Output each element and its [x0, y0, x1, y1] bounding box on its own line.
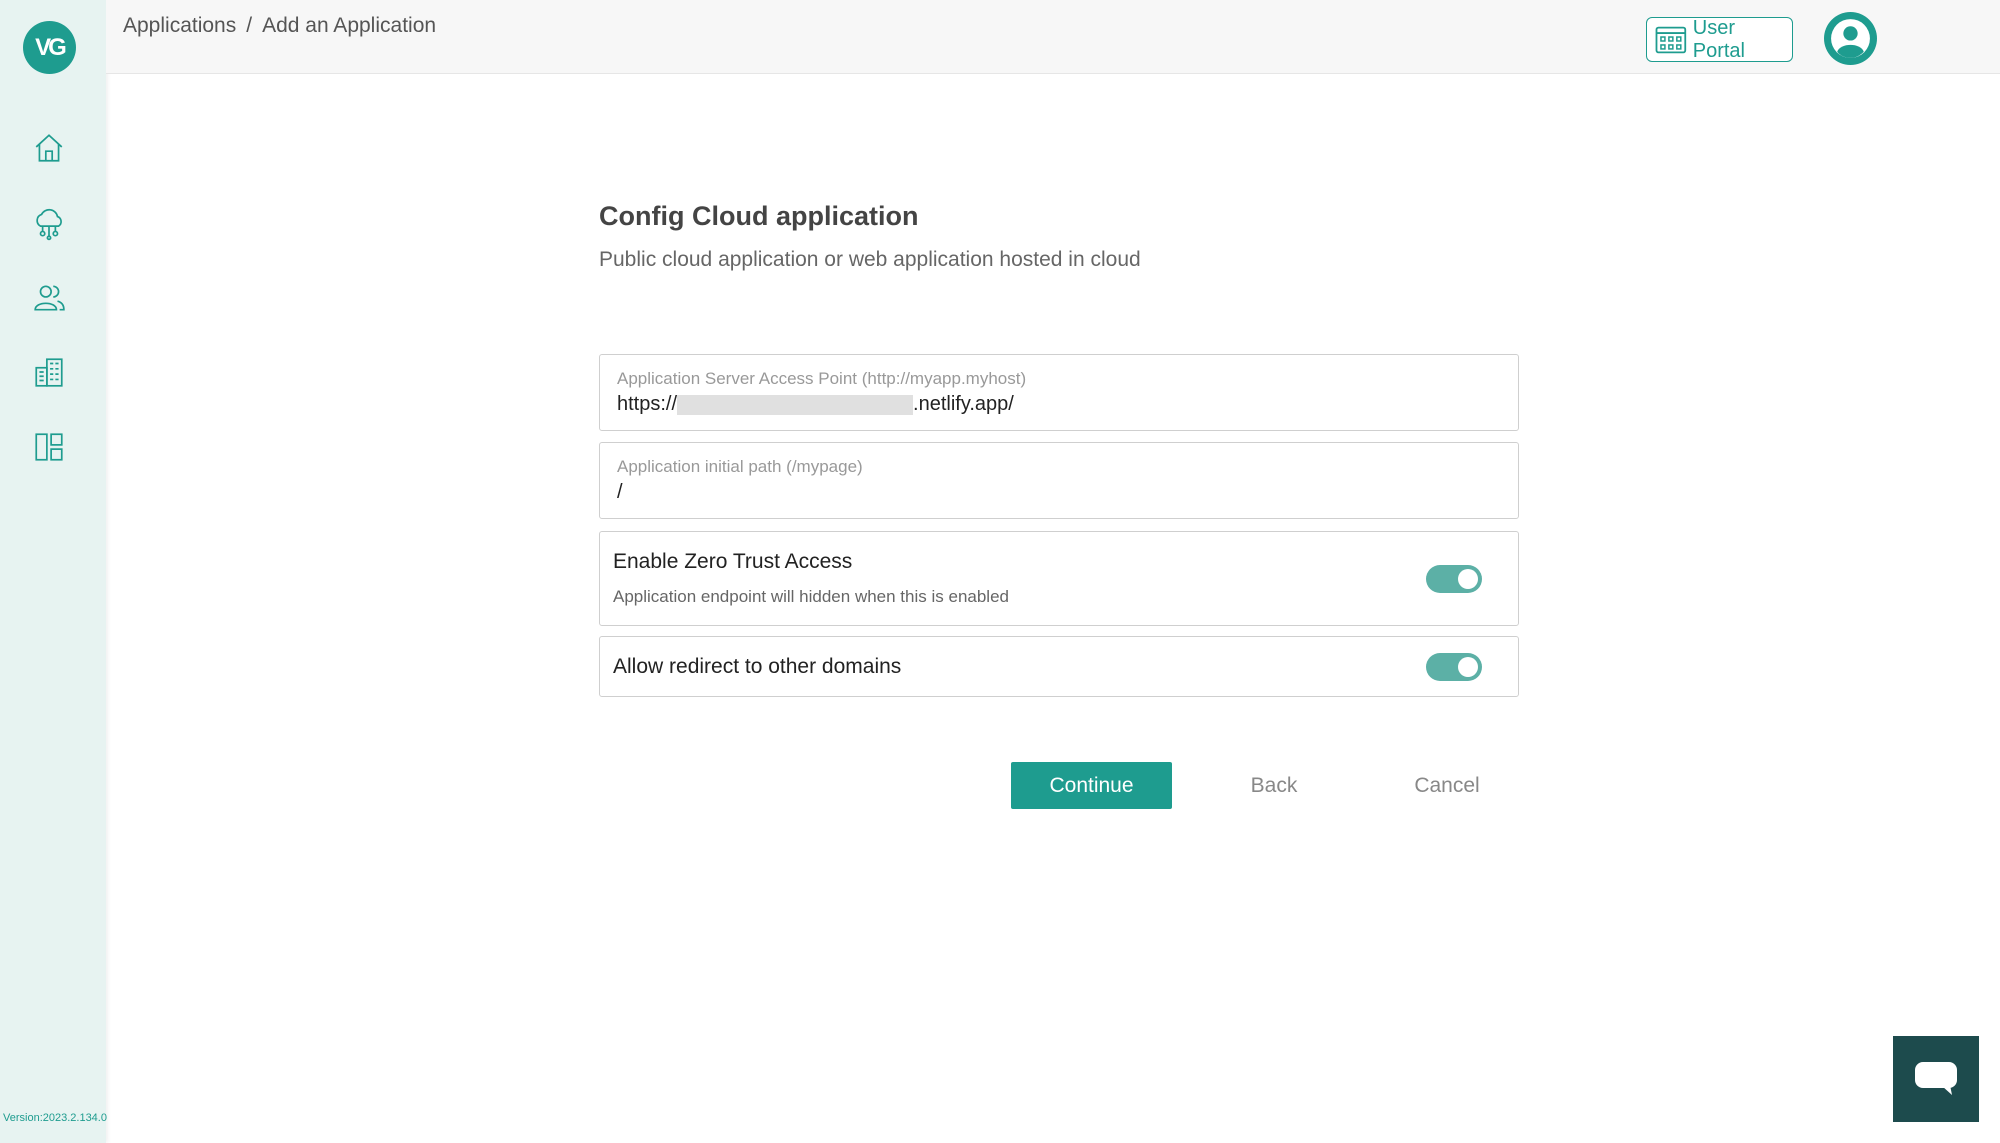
redirect-title: Allow redirect to other domains: [613, 655, 902, 678]
zero-trust-description: Application endpoint will hidden when th…: [613, 587, 1009, 606]
redirect-card: Allow redirect to other domains: [599, 636, 1519, 697]
avatar[interactable]: [1824, 12, 1877, 65]
initial-path-field[interactable]: Application initial path (/mypage) /: [599, 442, 1519, 519]
breadcrumb-current: Add an Application: [262, 14, 437, 37]
grid-icon: [1655, 26, 1687, 53]
chat-icon: [1915, 1062, 1957, 1095]
toggle-knob: [1458, 569, 1478, 589]
app-logo[interactable]: VG: [23, 21, 76, 74]
zero-trust-toggle[interactable]: [1426, 565, 1482, 593]
breadcrumb: Applications / Add an Application: [123, 14, 436, 38]
redirect-toggle[interactable]: [1426, 653, 1482, 681]
access-point-prefix: https://: [617, 393, 678, 415]
initial-path-label: Application initial path (/mypage): [617, 457, 863, 476]
zero-trust-card: Enable Zero Trust Access Application end…: [599, 531, 1519, 626]
breadcrumb-separator: /: [246, 14, 253, 37]
building-icon[interactable]: [29, 352, 69, 392]
home-icon[interactable]: [29, 128, 69, 168]
access-point-value[interactable]: https:// .netlify.app/: [617, 393, 1014, 416]
access-point-suffix: .netlify.app/: [913, 393, 1014, 415]
cloud-network-icon[interactable]: [29, 204, 69, 244]
toggle-knob: [1458, 657, 1478, 677]
cancel-button[interactable]: Cancel: [1387, 762, 1507, 809]
continue-button[interactable]: Continue: [1011, 762, 1172, 809]
zero-trust-title: Enable Zero Trust Access: [613, 550, 853, 573]
page-subtitle: Public cloud application or web applicat…: [599, 248, 1141, 271]
initial-path-value[interactable]: /: [617, 481, 623, 504]
sidebar: VG Version:2023.2.134.0: [0, 0, 107, 1143]
chat-button[interactable]: [1893, 1036, 1979, 1122]
back-button[interactable]: Back: [1219, 762, 1329, 809]
page-title: Config Cloud application: [599, 201, 919, 231]
redacted-block: [677, 394, 914, 415]
user-portal-button[interactable]: User Portal: [1646, 17, 1793, 62]
breadcrumb-applications[interactable]: Applications: [123, 14, 236, 38]
access-point-field[interactable]: Application Server Access Point (http://…: [599, 354, 1519, 431]
layout-icon[interactable]: [29, 427, 69, 467]
version-label: Version:2023.2.134.0: [3, 1112, 107, 1124]
user-portal-label: User Portal: [1692, 16, 1745, 62]
access-point-label: Application Server Access Point (http://…: [617, 369, 1027, 388]
user-avatar-icon: [1831, 19, 1870, 58]
users-icon[interactable]: [29, 278, 69, 318]
